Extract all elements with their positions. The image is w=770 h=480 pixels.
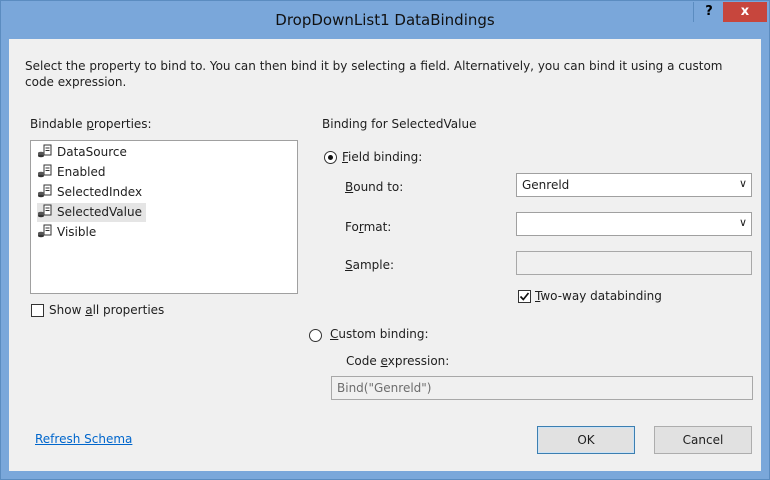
ok-button[interactable]: OK	[537, 426, 635, 454]
code-expression-field[interactable]: Bind("Genreld")	[331, 376, 753, 400]
data-binding-icon	[37, 164, 53, 178]
show-all-properties-checkbox[interactable]	[31, 304, 44, 317]
bindable-properties-label: Bindable properties:	[30, 117, 152, 131]
refresh-schema-link[interactable]: Refresh Schema	[35, 432, 132, 446]
bound-to-dropdown[interactable]: Genreld ∨	[516, 173, 752, 197]
show-all-properties-label[interactable]: Show all properties	[49, 303, 164, 317]
property-label: SelectedValue	[57, 205, 142, 219]
two-way-databinding-checkbox[interactable]	[518, 290, 531, 303]
instructions-text: Select the property to bind to. You can …	[25, 59, 723, 89]
field-binding-radio[interactable]	[324, 151, 337, 164]
property-item[interactable]: SelectedIndex	[37, 183, 142, 202]
chevron-down-icon: ∨	[738, 177, 747, 190]
sample-label: Sample:	[345, 258, 395, 272]
field-binding-label[interactable]: Field binding:	[342, 150, 422, 164]
property-label: SelectedIndex	[57, 185, 143, 199]
property-label: DataSource	[57, 145, 127, 159]
property-item[interactable]: SelectedValue	[37, 203, 146, 222]
binding-heading: Binding for SelectedValue	[322, 117, 477, 131]
data-binding-icon	[37, 144, 53, 158]
property-label: Enabled	[57, 165, 106, 179]
cancel-button[interactable]: Cancel	[654, 426, 752, 454]
bound-to-label: Bound to:	[345, 180, 404, 194]
data-binding-icon	[37, 204, 53, 218]
data-binding-icon	[37, 224, 53, 238]
close-button[interactable]: x	[723, 2, 767, 22]
format-label: Format:	[345, 220, 392, 234]
data-binding-icon	[37, 184, 53, 198]
title-bar[interactable]: DropDownList1 DataBindings ? x	[1, 1, 769, 39]
property-item[interactable]: Visible	[37, 223, 96, 242]
bindable-properties-list[interactable]: DataSource Enabled SelectedIndex SelectedVa…	[30, 140, 298, 294]
radio-selected-dot	[328, 155, 333, 160]
sample-field	[516, 251, 752, 275]
window-title: DropDownList1 DataBindings	[275, 11, 495, 29]
custom-binding-radio[interactable]	[309, 329, 322, 342]
two-way-databinding-label[interactable]: Two-way databinding	[535, 289, 662, 303]
property-item[interactable]: DataSource	[37, 143, 127, 162]
property-label: Visible	[57, 225, 97, 239]
bound-to-value: Genreld	[522, 178, 570, 192]
checkmark-icon	[519, 292, 530, 301]
property-item[interactable]: Enabled	[37, 163, 106, 182]
code-expression-value: Bind("Genreld")	[337, 381, 432, 395]
help-button[interactable]: ?	[693, 2, 724, 22]
format-dropdown[interactable]: ∨	[516, 212, 752, 236]
custom-binding-label[interactable]: Custom binding:	[330, 327, 429, 341]
chevron-down-icon: ∨	[738, 216, 747, 229]
code-expression-label: Code expression:	[346, 354, 450, 368]
